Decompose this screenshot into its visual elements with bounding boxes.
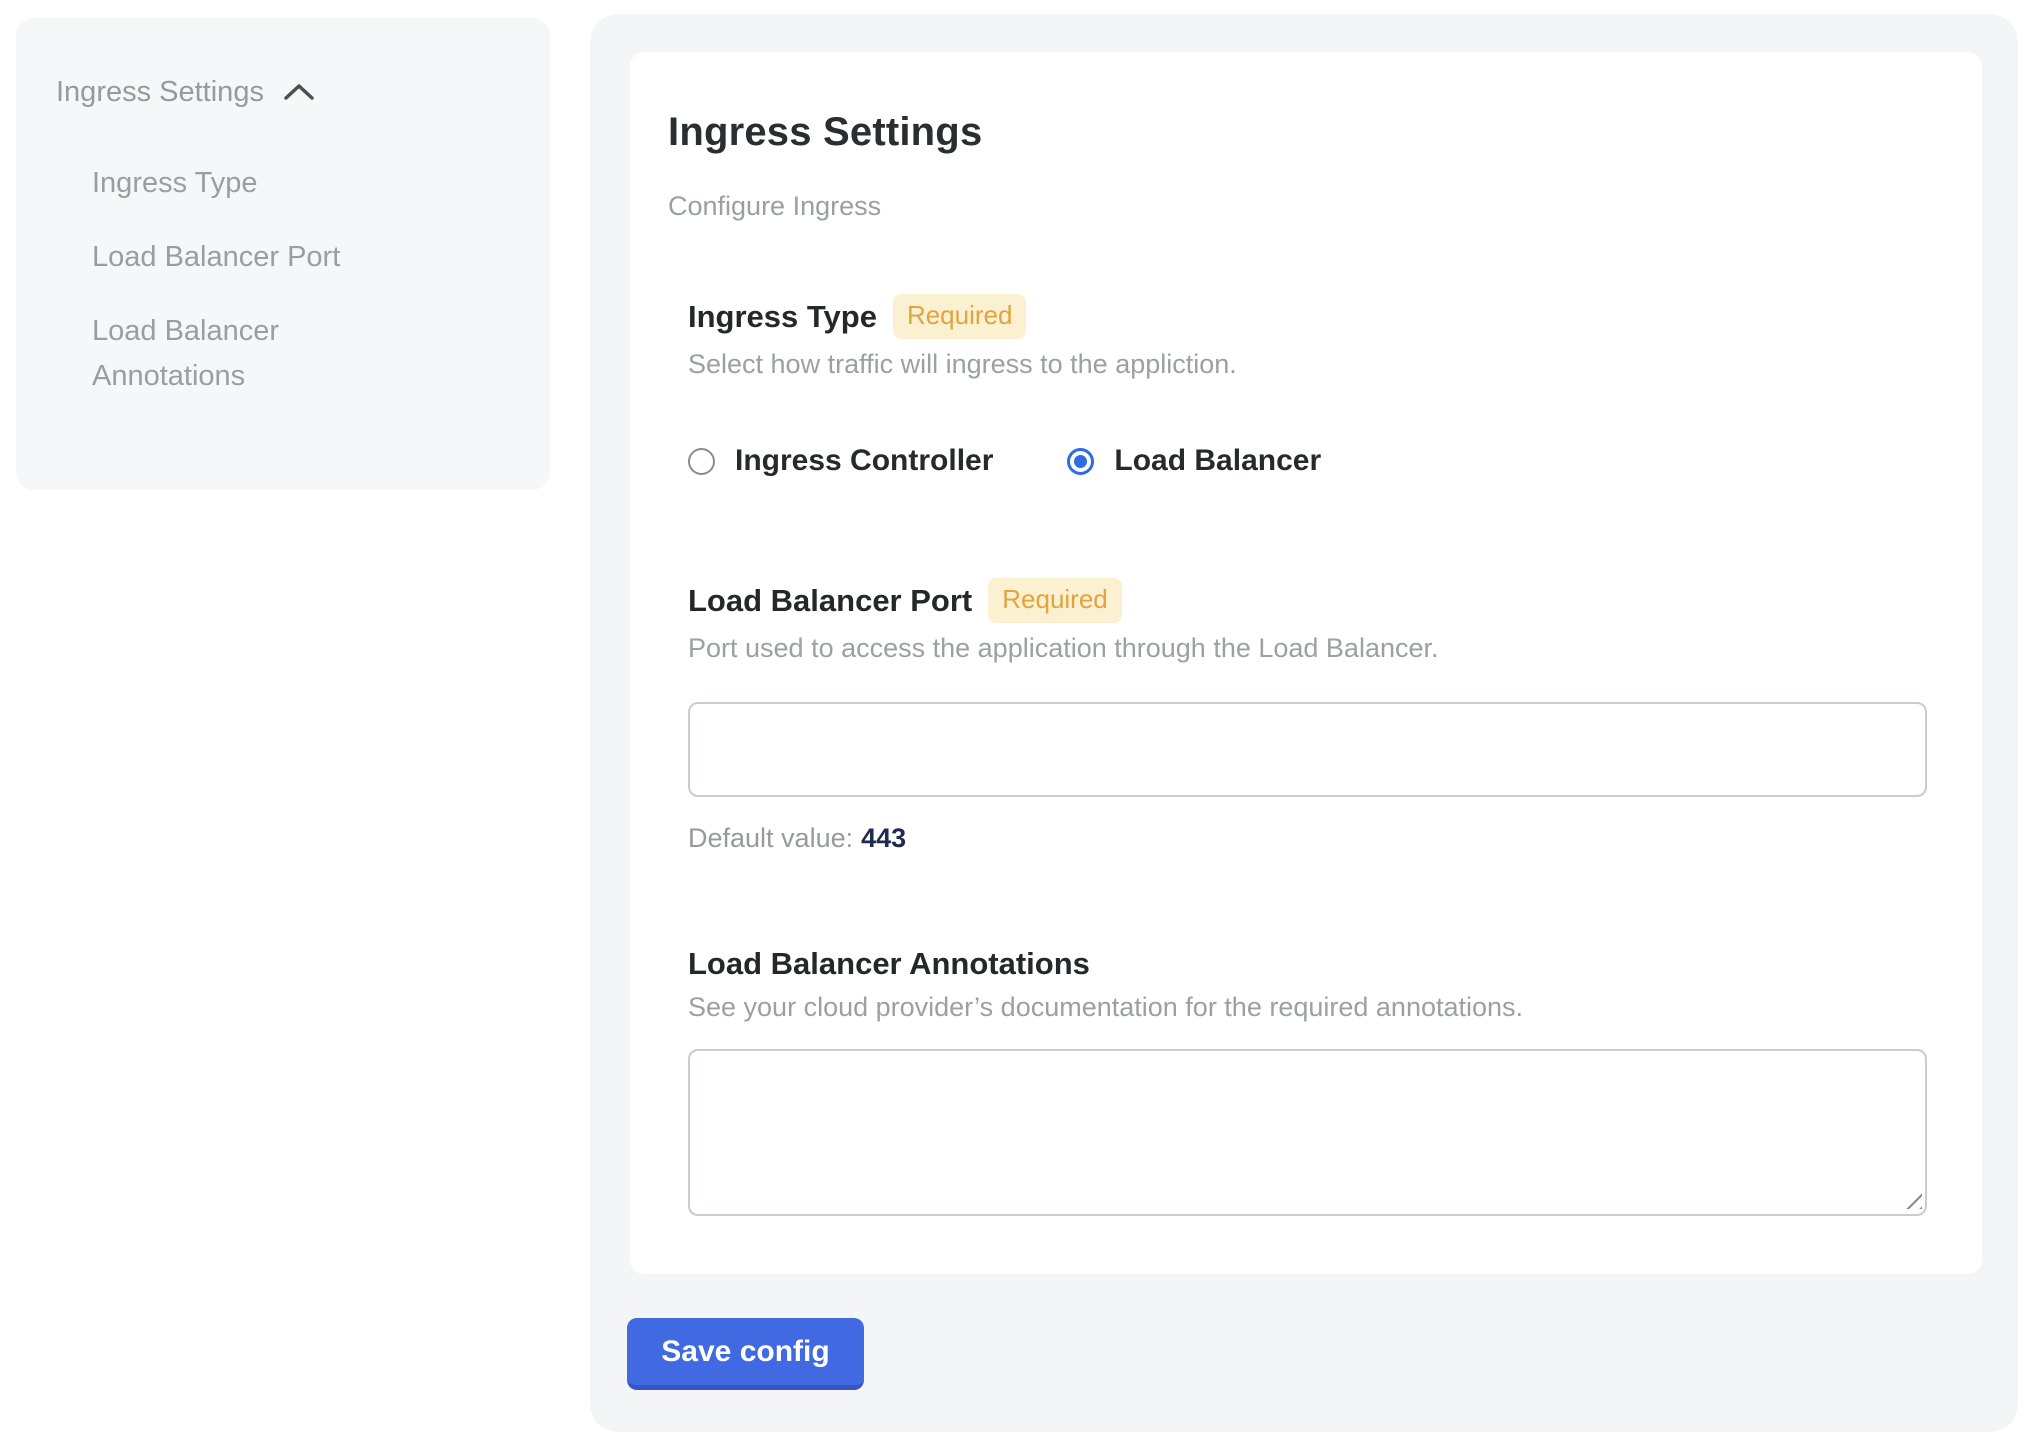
lb-annotations-label-row: Load Balancer Annotations	[688, 946, 1927, 982]
field-description-load-balancer-port: Port used to access the application thro…	[688, 633, 1927, 664]
sidebar-panel: Ingress Settings Ingress Type Load Balan…	[16, 18, 550, 490]
sidebar-item-list: Ingress Type Load Balancer Port Load Bal…	[56, 161, 510, 400]
load-balancer-port-input[interactable]	[688, 702, 1927, 797]
field-label-load-balancer-port: Load Balancer Port	[688, 583, 972, 619]
section-load-balancer-port: Load Balancer Port Required Port used to…	[688, 578, 1927, 854]
radio-icon-ingress-controller[interactable]	[688, 448, 715, 475]
form-sections: Ingress Type Required Select how traffic…	[688, 294, 1927, 1216]
sidebar-item-load-balancer-annotations[interactable]: Load Balancer Annotations	[92, 309, 432, 401]
settings-card: Ingress Settings Configure Ingress Ingre…	[630, 52, 1982, 1274]
field-description-load-balancer-annotations: See your cloud provider’s documentation …	[688, 992, 1927, 1023]
sidebar-item-ingress-type[interactable]: Ingress Type	[92, 161, 432, 207]
default-value-label: Default value:	[688, 823, 853, 853]
required-badge: Required	[988, 578, 1122, 623]
ingress-type-radio-group: Ingress Controller Load Balancer	[688, 444, 1927, 478]
page-title: Ingress Settings	[668, 110, 1927, 155]
field-description-ingress-type: Select how traffic will ingress to the a…	[688, 349, 1927, 380]
radio-option-load-balancer[interactable]: Load Balancer	[1067, 444, 1321, 478]
main-panel: Ingress Settings Configure Ingress Ingre…	[590, 14, 2018, 1432]
radio-label-ingress-controller: Ingress Controller	[735, 444, 993, 478]
lb-port-label-row: Load Balancer Port Required	[688, 578, 1927, 623]
radio-option-ingress-controller[interactable]: Ingress Controller	[688, 444, 993, 478]
sidebar-item-load-balancer-port[interactable]: Load Balancer Port	[92, 235, 432, 281]
sidebar-section-title: Ingress Settings	[56, 76, 264, 109]
required-badge: Required	[893, 294, 1027, 339]
section-ingress-type: Ingress Type Required Select how traffic…	[688, 294, 1927, 478]
ingress-type-label-row: Ingress Type Required	[688, 294, 1927, 339]
page-subtitle: Configure Ingress	[668, 191, 1927, 222]
field-label-ingress-type: Ingress Type	[688, 299, 877, 335]
section-load-balancer-annotations: Load Balancer Annotations See your cloud…	[688, 946, 1927, 1216]
radio-icon-load-balancer[interactable]	[1067, 448, 1094, 475]
chevron-up-icon	[282, 81, 316, 108]
default-value: 443	[861, 823, 906, 853]
default-value-line: Default value: 443	[688, 823, 1927, 854]
radio-label-load-balancer: Load Balancer	[1114, 444, 1321, 478]
page: Ingress Settings Ingress Type Load Balan…	[0, 0, 2036, 1452]
annotations-textarea-wrap	[688, 1049, 1927, 1216]
field-label-load-balancer-annotations: Load Balancer Annotations	[688, 946, 1090, 982]
load-balancer-annotations-textarea[interactable]	[688, 1049, 1927, 1216]
sidebar-section-ingress-settings[interactable]: Ingress Settings	[56, 76, 510, 109]
save-config-button[interactable]: Save config	[627, 1318, 864, 1390]
